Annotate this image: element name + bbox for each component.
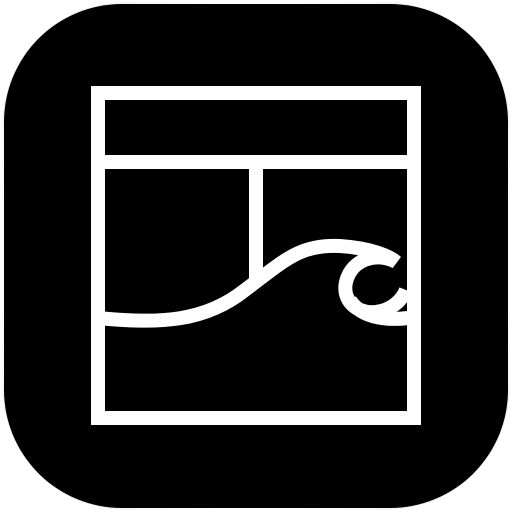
icon-canvas	[0, 0, 512, 512]
app-icon[interactable]	[0, 0, 512, 512]
